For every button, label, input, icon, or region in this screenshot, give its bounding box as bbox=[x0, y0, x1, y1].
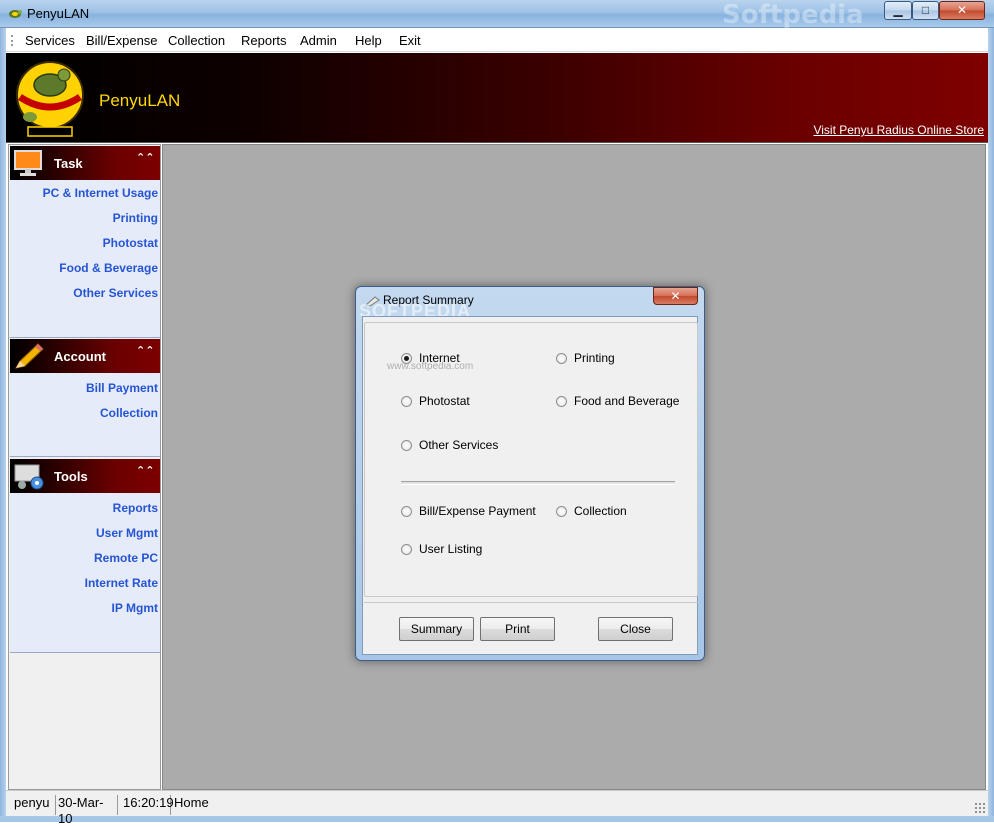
print-button[interactable]: Print bbox=[480, 617, 555, 641]
tools-icon bbox=[14, 464, 44, 490]
app-logo-icon bbox=[9, 10, 22, 18]
tools-panel-title: Tools bbox=[54, 469, 88, 484]
radio-collection[interactable]: Collection bbox=[556, 504, 627, 518]
tools-panel-header[interactable]: Tools ⌃⌃ bbox=[10, 459, 160, 493]
menu-exit[interactable]: Exit bbox=[399, 33, 421, 48]
menu-services[interactable]: Services bbox=[25, 33, 75, 48]
radio-dot[interactable] bbox=[401, 505, 412, 517]
radio-user-listing[interactable]: User Listing bbox=[401, 542, 482, 556]
status-user: penyu bbox=[12, 795, 56, 815]
window-frame-right bbox=[988, 28, 994, 822]
radio-bill-label: Bill/Expense Payment bbox=[419, 504, 536, 518]
window-title: PenyuLAN bbox=[27, 6, 90, 21]
chevron-up-icon[interactable]: ⌃⌃ bbox=[136, 346, 154, 357]
account-bill-payment[interactable]: Bill Payment bbox=[86, 381, 158, 395]
radio-photostat-label: Photostat bbox=[419, 394, 470, 408]
tools-reports[interactable]: Reports bbox=[113, 501, 158, 515]
window-frame-left bbox=[0, 28, 6, 822]
radio-printing[interactable]: Printing bbox=[556, 351, 615, 365]
status-page: Home bbox=[174, 795, 209, 810]
menu-grip-icon[interactable] bbox=[11, 35, 13, 46]
radio-collection-label: Collection bbox=[574, 504, 627, 518]
task-other-services[interactable]: Other Services bbox=[73, 286, 158, 300]
maximize-button[interactable]: □ bbox=[912, 1, 939, 20]
radio-food-beverage[interactable]: Food and Beverage bbox=[556, 394, 679, 408]
account-collection[interactable]: Collection bbox=[100, 406, 158, 420]
banner-title: PenyuLAN bbox=[99, 91, 181, 110]
radio-dot[interactable] bbox=[401, 543, 412, 555]
pencil-icon bbox=[15, 343, 44, 369]
monitor-icon bbox=[14, 150, 42, 176]
tools-internet-rate[interactable]: Internet Rate bbox=[85, 576, 158, 590]
options-separator bbox=[401, 481, 675, 485]
close-window-button[interactable]: ✕ bbox=[939, 1, 985, 20]
account-panel-title: Account bbox=[54, 349, 106, 364]
radio-dot[interactable] bbox=[556, 352, 567, 364]
status-date: 30-Mar-10 bbox=[56, 795, 118, 826]
header-banner: PenyuLAN Visit Penyu Radius Online Store bbox=[6, 53, 988, 143]
window-frame-bottom bbox=[0, 816, 994, 822]
report-summary-dialog: Report Summary SOFTPEDIA ✕ www.softpedia… bbox=[355, 286, 705, 661]
chevron-up-icon[interactable]: ⌃⌃ bbox=[136, 466, 154, 477]
menu-bill-expense[interactable]: Bill/Expense bbox=[86, 33, 158, 48]
online-store-link[interactable]: Visit Penyu Radius Online Store bbox=[813, 123, 984, 137]
radio-other-label: Other Services bbox=[419, 438, 499, 452]
status-bar: penyu 30-Mar-10 16:20:19 Home bbox=[6, 790, 988, 826]
summary-button[interactable]: Summary bbox=[399, 617, 474, 641]
close-button[interactable]: Close bbox=[598, 617, 673, 641]
radio-bill-expense-payment[interactable]: Bill/Expense Payment bbox=[401, 504, 536, 518]
account-panel-body: Bill Payment Collection bbox=[10, 373, 160, 457]
task-pc-internet-usage[interactable]: PC & Internet Usage bbox=[43, 186, 158, 200]
menu-bar: Services Bill/Expense Collection Reports… bbox=[6, 28, 988, 52]
menu-admin[interactable]: Admin bbox=[300, 33, 337, 48]
resize-grip-icon[interactable] bbox=[974, 802, 986, 814]
radio-other-services[interactable]: Other Services bbox=[401, 438, 498, 452]
task-printing[interactable]: Printing bbox=[113, 211, 158, 225]
menu-reports[interactable]: Reports bbox=[241, 33, 287, 48]
account-panel-header[interactable]: Account ⌃⌃ bbox=[10, 339, 160, 373]
radio-internet-label: Internet bbox=[419, 351, 460, 365]
title-bar: PenyuLAN Softpedia ▁ □ ✕ bbox=[0, 0, 994, 30]
task-food-beverage[interactable]: Food & Beverage bbox=[59, 261, 158, 275]
minimize-button[interactable]: ▁ bbox=[884, 1, 912, 20]
menu-help[interactable]: Help bbox=[355, 33, 382, 48]
radio-dot[interactable] bbox=[556, 395, 567, 407]
task-panel-title: Task bbox=[54, 156, 83, 171]
radio-dot-checked[interactable] bbox=[401, 352, 412, 364]
task-panel-header[interactable]: Task ⌃⌃ bbox=[10, 146, 160, 180]
tools-user-mgmt[interactable]: User Mgmt bbox=[96, 526, 158, 540]
penyu-radius-logo bbox=[16, 61, 84, 137]
radio-food-label: Food and Beverage bbox=[574, 394, 680, 408]
dialog-close-button[interactable]: ✕ bbox=[653, 287, 698, 305]
watermark: Softpedia bbox=[722, 0, 864, 30]
radio-user-listing-label: User Listing bbox=[419, 542, 483, 556]
task-sidebar: Task ⌃⌃ PC & Internet Usage Printing Pho… bbox=[8, 144, 161, 790]
chevron-up-icon[interactable]: ⌃⌃ bbox=[136, 153, 154, 164]
task-panel-body: PC & Internet Usage Printing Photostat F… bbox=[10, 180, 160, 338]
tools-ip-mgmt[interactable]: IP Mgmt bbox=[112, 601, 158, 615]
radio-internet[interactable]: Internet bbox=[401, 351, 460, 365]
radio-dot[interactable] bbox=[401, 395, 412, 407]
tools-remote-pc[interactable]: Remote PC bbox=[94, 551, 158, 565]
status-time: 16:20:19 bbox=[121, 795, 174, 815]
radio-dot[interactable] bbox=[556, 505, 567, 517]
task-photostat[interactable]: Photostat bbox=[103, 236, 158, 250]
menu-collection[interactable]: Collection bbox=[168, 33, 225, 48]
radio-dot[interactable] bbox=[401, 439, 412, 451]
tools-panel-body: Reports User Mgmt Remote PC Internet Rat… bbox=[10, 493, 160, 653]
report-options-group: Internet Printing Photostat Food and Bev… bbox=[364, 322, 698, 597]
radio-printing-label: Printing bbox=[574, 351, 615, 365]
radio-photostat[interactable]: Photostat bbox=[401, 394, 470, 408]
dialog-body: www.softpedia.com Internet Printing Phot… bbox=[362, 316, 698, 655]
